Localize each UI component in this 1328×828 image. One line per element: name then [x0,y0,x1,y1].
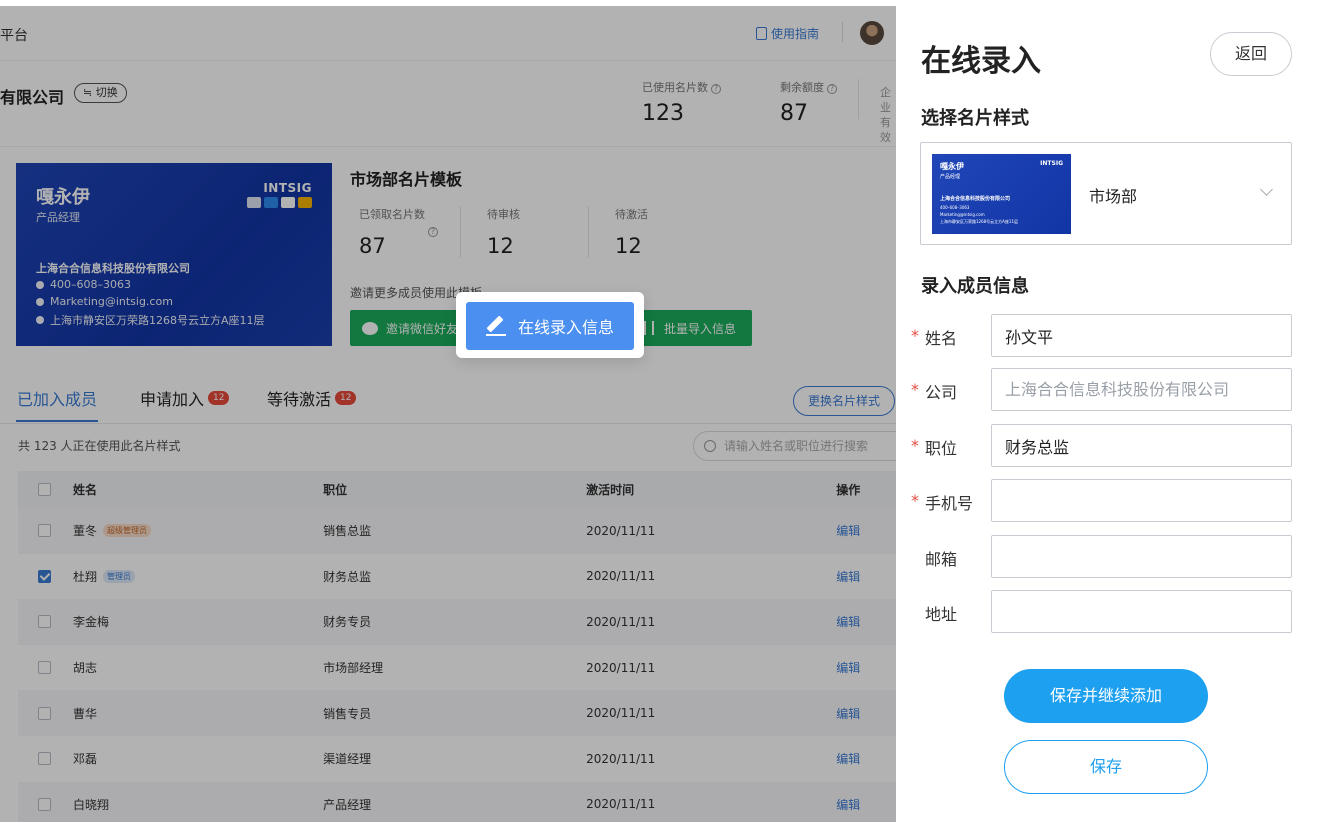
required-marker: * [911,326,919,345]
online-entry-panel: 在线录入 返回 选择名片样式 嘎永伊 产品经理 INTSIG 上海合合信息科技股… [896,6,1316,822]
field-company: * 公司 [896,368,1316,412]
background-app: 平台 使用指南 有限公司 ≒ 切换 已使用名片数? 123 剩余额度? 87 企… [0,6,896,822]
required-marker: * [911,436,919,455]
field-label: 手机号 [925,494,974,513]
card-style-select[interactable]: 嘎永伊 产品经理 INTSIG 上海合合信息科技股份有限公司 400–608–3… [920,142,1292,245]
field-label: 姓名 [925,329,958,348]
required-marker: * [911,491,919,510]
section-title-card-style: 选择名片样式 [921,108,1029,129]
save-button[interactable]: 保存 [1004,740,1208,794]
email-input[interactable] [991,535,1292,578]
thumb-phone: 400–608–3063 [940,205,970,210]
position-input[interactable] [991,424,1292,467]
field-phone: * 手机号 [896,479,1316,523]
phone-input[interactable] [991,479,1292,522]
thumb-name: 嘎永伊 [940,162,964,171]
pencil-icon [486,316,506,336]
thumb-brand: INTSIG [1040,160,1063,167]
field-address: 地址 [896,590,1316,634]
field-position: * 职位 [896,424,1316,468]
field-label: 职位 [925,439,958,458]
modal-overlay[interactable] [0,6,896,822]
address-input[interactable] [991,590,1292,633]
save-and-continue-button[interactable]: 保存并继续添加 [1004,669,1208,723]
thumb-address: 上海市静安区万荣路1268号云立方A座11层 [940,219,1019,224]
company-input[interactable] [991,368,1292,411]
field-label: 邮箱 [925,550,958,569]
required-marker: * [911,380,919,399]
selected-style-label: 市场部 [1089,187,1138,206]
panel-title: 在线录入 [921,44,1041,79]
thumb-email: Marketing@intsig.com [940,212,985,217]
field-email: 邮箱 [896,535,1316,579]
name-input[interactable] [991,314,1292,357]
field-label: 地址 [925,605,958,624]
field-label: 公司 [925,383,958,402]
card-style-thumbnail: 嘎永伊 产品经理 INTSIG 上海合合信息科技股份有限公司 400–608–3… [932,154,1071,234]
chevron-down-icon [1260,183,1273,196]
online-entry-label: 在线录入信息 [518,318,615,337]
thumb-company: 上海合合信息科技股份有限公司 [940,196,1011,202]
online-entry-button[interactable]: 在线录入信息 [466,302,634,350]
thumb-title: 产品经理 [940,174,961,180]
field-name: * 姓名 [896,314,1316,358]
back-button[interactable]: 返回 [1210,32,1292,76]
section-title-member-info: 录入成员信息 [921,276,1029,297]
